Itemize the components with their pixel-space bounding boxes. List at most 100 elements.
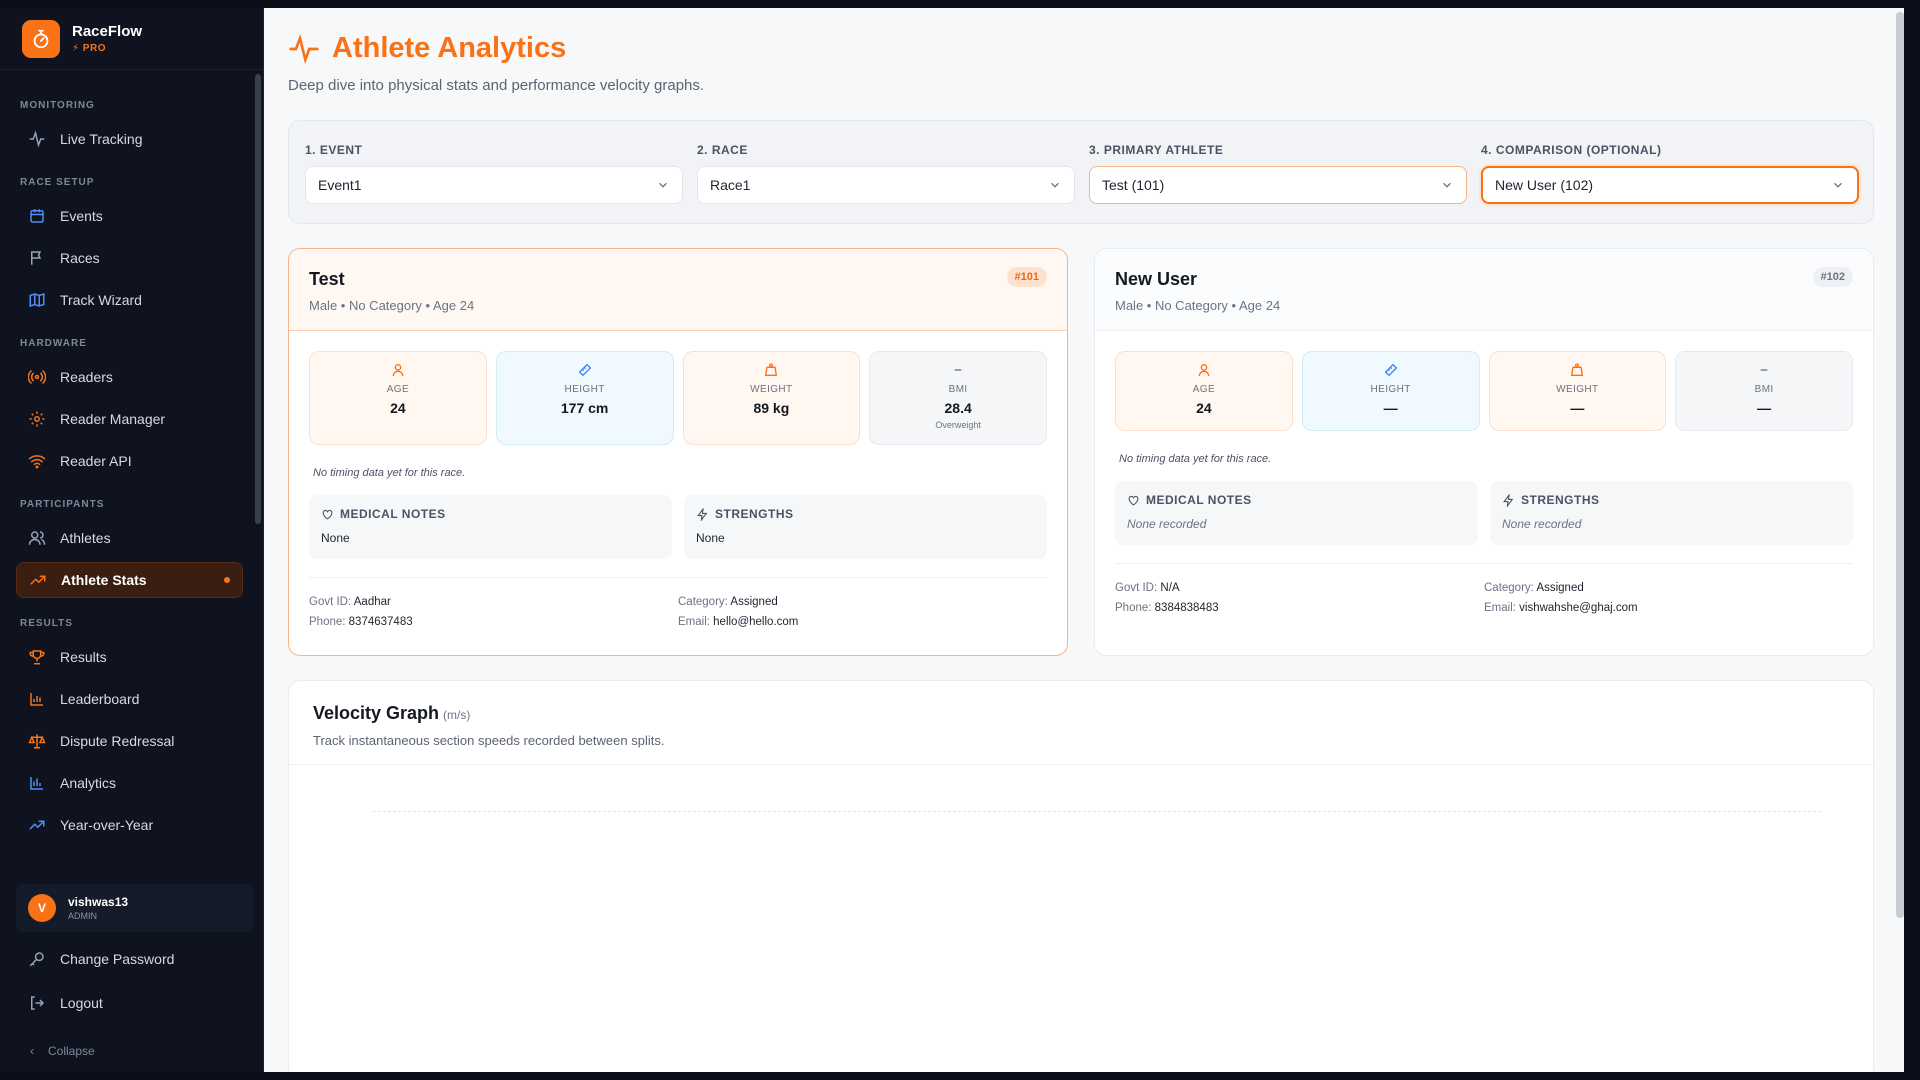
comparison-athlete-card: New User Male • No Category • Age 24 #10… bbox=[1094, 248, 1874, 656]
race-select[interactable]: Race1 bbox=[697, 166, 1075, 204]
sidebar-item-results[interactable]: Results bbox=[16, 639, 243, 675]
sidebar-item-reader-api[interactable]: Reader API bbox=[16, 443, 243, 479]
lightning-icon bbox=[1503, 493, 1514, 507]
change-password-button[interactable]: Change Password bbox=[28, 950, 174, 968]
filter-label: 2. RACE bbox=[697, 143, 748, 157]
velocity-unit: (m/s) bbox=[443, 708, 471, 722]
phone-value: 8384838483 bbox=[1154, 602, 1219, 614]
sidebar-item-label: Analytics bbox=[60, 775, 117, 791]
logout-label: Logout bbox=[60, 995, 103, 1011]
radio-icon bbox=[28, 370, 46, 384]
section-label-monitoring: MONITORING bbox=[20, 100, 95, 111]
sidebar-scrollbar[interactable] bbox=[255, 74, 261, 524]
user-card[interactable]: V vishwas13 ADMIN bbox=[16, 884, 254, 932]
filter-label: 3. PRIMARY ATHLETE bbox=[1089, 143, 1224, 157]
page-scrollbar[interactable] bbox=[1896, 12, 1904, 918]
sidebar-item-readers[interactable]: Readers bbox=[16, 359, 243, 395]
chevron-down-icon bbox=[1443, 182, 1451, 188]
age-stat: AGE 24 bbox=[1115, 351, 1293, 431]
collapse-button[interactable]: ‹ Collapse bbox=[30, 1044, 95, 1058]
sidebar-item-label: Events bbox=[60, 208, 103, 224]
primary-athlete-select[interactable]: Test (101) bbox=[1089, 166, 1467, 204]
sidebar-item-live-tracking[interactable]: Live Tracking bbox=[16, 121, 243, 157]
scale-icon bbox=[28, 734, 46, 749]
category-value: Assigned bbox=[1536, 582, 1584, 594]
select-value: Event1 bbox=[318, 177, 362, 193]
sidebar-item-leaderboard[interactable]: Leaderboard bbox=[16, 681, 243, 717]
sidebar-item-label: Athlete Stats bbox=[61, 572, 147, 588]
user-icon bbox=[1198, 364, 1210, 377]
box-title: STRENGTHS bbox=[1521, 493, 1600, 507]
velocity-subtitle: Track instantaneous section speeds recor… bbox=[313, 733, 665, 748]
weight-icon bbox=[765, 363, 778, 376]
stat-label: BMI bbox=[948, 384, 968, 395]
sidebar-item-dispute-redressal[interactable]: Dispute Redressal bbox=[16, 723, 243, 759]
height-stat: HEIGHT — bbox=[1301, 351, 1480, 431]
sidebar-item-label: Track Wizard bbox=[60, 292, 142, 308]
change-password-label: Change Password bbox=[60, 951, 175, 967]
medical-notes-value: None recorded bbox=[1127, 517, 1207, 531]
sidebar-item-races[interactable]: Races bbox=[16, 240, 243, 276]
stat-value: 24 bbox=[1196, 400, 1212, 416]
sidebar-item-analytics[interactable]: Analytics bbox=[16, 765, 243, 801]
sidebar-item-events[interactable]: Events bbox=[16, 198, 243, 234]
page-title: Athlete Analytics bbox=[332, 32, 567, 64]
sidebar-item-label: Races bbox=[60, 250, 100, 266]
activity-icon bbox=[29, 130, 45, 148]
email-row: Email: hello@hello.com bbox=[678, 616, 799, 628]
stat-label: WEIGHT bbox=[1556, 384, 1599, 395]
page-subtitle: Deep dive into physical stats and perfor… bbox=[288, 77, 705, 94]
stat-label: BMI bbox=[1754, 384, 1774, 395]
timing-note: No timing data yet for this race. bbox=[313, 467, 466, 479]
filter-panel: 1. EVENT Event1 2. RACE Race1 3. PRIMARY… bbox=[288, 120, 1874, 224]
height-stat: HEIGHT 177 cm bbox=[495, 351, 674, 445]
logout-button[interactable]: Logout bbox=[28, 994, 103, 1012]
athlete-name: New User bbox=[1115, 269, 1198, 289]
weight-stat: WEIGHT — bbox=[1488, 351, 1667, 431]
section-label-participants: PARTICIPANTS bbox=[20, 499, 105, 510]
bmi-category: Overweight bbox=[935, 420, 981, 430]
phone-value: 8374637483 bbox=[348, 616, 413, 628]
stat-value: — bbox=[1383, 400, 1398, 416]
sidebar-item-label: Athletes bbox=[60, 530, 111, 546]
govt-id-row: Govt ID: Aadhar bbox=[309, 596, 391, 608]
chevron-left-icon: ‹ bbox=[30, 1044, 34, 1058]
heart-icon bbox=[322, 509, 333, 519]
sidebar-item-athletes[interactable]: Athletes bbox=[16, 520, 243, 556]
comparison-filter: 4. COMPARISON (OPTIONAL) New User (102) bbox=[1481, 143, 1859, 204]
sidebar-item-year-over-year[interactable]: Year-over-Year bbox=[16, 807, 243, 843]
user-role: ADMIN bbox=[68, 911, 97, 921]
users-icon bbox=[28, 531, 46, 545]
sidebar-item-reader-manager[interactable]: Reader Manager bbox=[16, 401, 243, 437]
medical-notes-box: MEDICAL NOTES None bbox=[309, 495, 672, 559]
bmi-stat: BMI 28.4 Overweight bbox=[869, 351, 1047, 445]
bib-badge: #102 bbox=[1812, 267, 1853, 287]
sidebar-item-track-wizard[interactable]: Track Wizard bbox=[16, 282, 243, 318]
event-select[interactable]: Event1 bbox=[305, 166, 683, 204]
medical-notes-value: None bbox=[321, 531, 350, 545]
trending-up-icon bbox=[30, 575, 46, 585]
stat-value: 177 cm bbox=[560, 400, 609, 416]
velocity-title: Velocity Graph bbox=[313, 703, 440, 723]
analytics-icon bbox=[30, 777, 43, 790]
email-value: vishwahshe@ghaj.com bbox=[1519, 602, 1638, 614]
sidebar-nav: MONITORING Live Tracking RACE SETUP Even… bbox=[0, 70, 263, 843]
lightning-icon bbox=[697, 507, 708, 521]
primary-athlete-card: Test Male • No Category • Age 24 #101 AG… bbox=[288, 248, 1068, 656]
comparison-select[interactable]: New User (102) bbox=[1481, 166, 1859, 204]
sidebar-item-label: Year-over-Year bbox=[60, 817, 154, 833]
avatar: V bbox=[28, 894, 56, 922]
sidebar-item-athlete-stats[interactable]: Athlete Stats bbox=[16, 562, 243, 598]
weight-icon bbox=[1571, 363, 1584, 376]
brand[interactable]: RaceFlow ⚡ PRO bbox=[0, 8, 263, 70]
ruler-icon bbox=[1384, 363, 1397, 377]
athlete-meta: Male • No Category • Age 24 bbox=[1115, 298, 1281, 313]
strengths-box: STRENGTHS None recorded bbox=[1490, 481, 1853, 545]
trophy-icon bbox=[29, 650, 45, 665]
brand-tier-badge: ⚡ PRO bbox=[72, 43, 106, 54]
stat-value: 89 kg bbox=[753, 400, 790, 416]
stopwatch-icon bbox=[22, 19, 60, 58]
flag-icon bbox=[31, 251, 42, 265]
stat-label: HEIGHT bbox=[564, 384, 605, 395]
minus-icon bbox=[954, 369, 962, 371]
